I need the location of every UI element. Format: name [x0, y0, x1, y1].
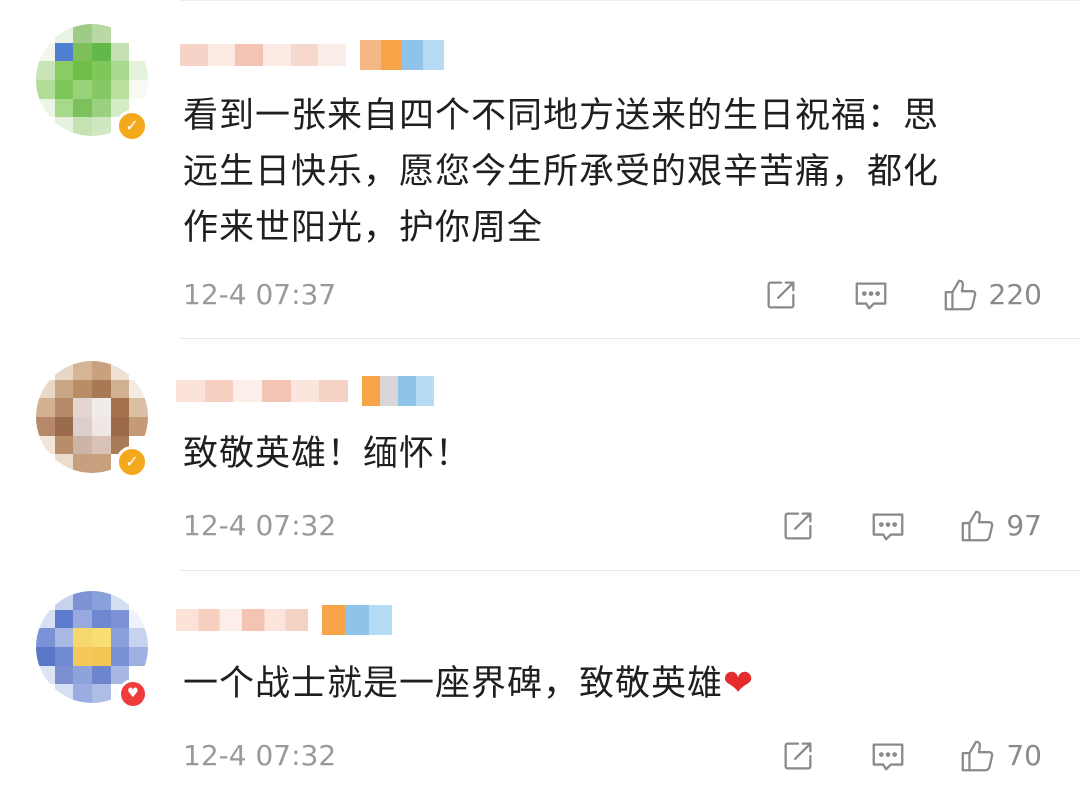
username[interactable] — [180, 38, 444, 72]
username-blur — [176, 380, 348, 402]
comment-time: 12-4 07:32 — [183, 739, 337, 772]
like-count: 70 — [1006, 739, 1042, 772]
comment-item: ♥ 一个战士就是一座界碑，致敬英雄❤ 12-4 07:32 70 — [0, 571, 1080, 790]
like-button[interactable]: 97 — [958, 506, 1042, 546]
share-icon[interactable] — [778, 506, 818, 546]
comment-meta: 12-4 07:32 97 — [183, 506, 1042, 546]
comment-actions: 70 — [778, 736, 1042, 776]
comment-item: ✓ 看到一张来自四个不同地方送来的生日祝福：思 远生日快乐，愿您今生所承受的艰辛… — [0, 0, 1080, 339]
comment-text-line: 一个战士就是一座界碑，致敬英雄 — [183, 664, 724, 704]
username[interactable] — [176, 603, 392, 637]
comment-text: 看到一张来自四个不同地方送来的生日祝福：思 远生日快乐，愿您今生所承受的艰辛苦痛… — [183, 88, 939, 256]
comment-meta: 12-4 07:37 220 — [183, 275, 1042, 315]
comment-meta: 12-4 07:32 70 — [183, 736, 1042, 776]
comment-list: ✓ 看到一张来自四个不同地方送来的生日祝福：思 远生日快乐，愿您今生所承受的艰辛… — [0, 0, 1080, 790]
comment-text-line: 致敬英雄！缅怀！ — [183, 434, 472, 474]
like-count: 97 — [1006, 509, 1042, 542]
comment-text-line: 作来世阳光，护你周全 — [183, 208, 544, 248]
comment-icon[interactable] — [868, 736, 908, 776]
heart-emoji-icon: ❤ — [723, 663, 755, 704]
like-button[interactable]: 220 — [941, 275, 1042, 315]
comment-actions: 97 — [778, 506, 1042, 546]
comment-text-line: 看到一张来自四个不同地方送来的生日祝福：思 — [183, 96, 940, 136]
thumbs-up-icon[interactable] — [958, 506, 998, 546]
username[interactable] — [176, 374, 434, 408]
user-level-badge — [322, 605, 392, 635]
user-level-badge — [360, 40, 444, 70]
comment-item: ✓ 致敬英雄！缅怀！ 12-4 07:32 97 — [0, 339, 1080, 571]
comment-text: 致敬英雄！缅怀！ — [183, 426, 471, 482]
thumbs-up-icon[interactable] — [958, 736, 998, 776]
like-count: 220 — [988, 278, 1042, 311]
comment-time: 12-4 07:37 — [183, 278, 337, 311]
username-blur — [176, 609, 308, 631]
username-blur — [180, 44, 346, 66]
comment-time: 12-4 07:32 — [183, 509, 337, 542]
share-icon[interactable] — [761, 275, 801, 315]
comment-text: 一个战士就是一座界碑，致敬英雄❤ — [183, 656, 754, 712]
thumbs-up-icon[interactable] — [941, 275, 981, 315]
comment-icon[interactable] — [851, 275, 891, 315]
verified-badge-icon: ✓ — [116, 110, 148, 142]
heart-badge-icon: ♥ — [118, 679, 148, 709]
comment-icon[interactable] — [868, 506, 908, 546]
comment-actions: 220 — [761, 275, 1042, 315]
share-icon[interactable] — [778, 736, 818, 776]
verified-badge-icon: ✓ — [116, 446, 148, 478]
like-button[interactable]: 70 — [958, 736, 1042, 776]
user-level-badge — [362, 376, 434, 406]
comment-text-line: 远生日快乐，愿您今生所承受的艰辛苦痛，都化 — [183, 152, 940, 192]
